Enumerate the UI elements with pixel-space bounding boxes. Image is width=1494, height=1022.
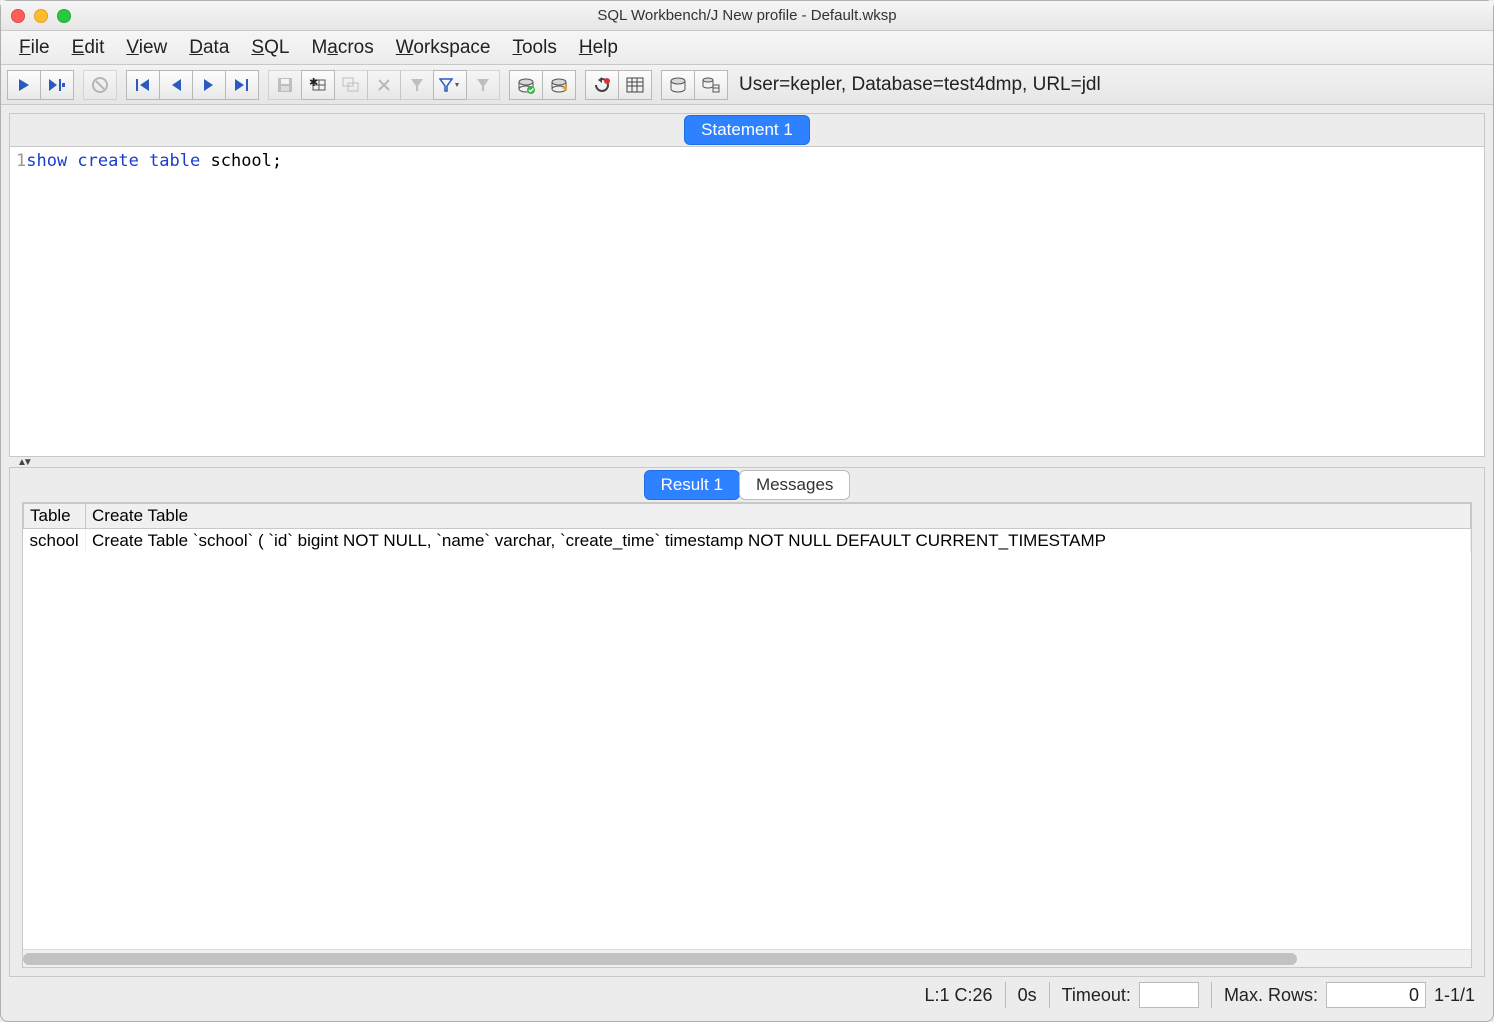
show-tables-icon[interactable]	[618, 70, 652, 100]
prev-record-icon[interactable]	[159, 70, 193, 100]
insert-row-icon[interactable]: ✱	[301, 70, 335, 100]
cursor-position: L:1 C:26	[925, 985, 993, 1006]
last-record-icon[interactable]	[225, 70, 259, 100]
timeout-input[interactable]	[1139, 982, 1199, 1008]
copy-row-icon[interactable]	[334, 70, 368, 100]
filter-selection-icon[interactable]	[400, 70, 434, 100]
reset-filter-icon[interactable]	[466, 70, 500, 100]
table-row[interactable]: school Create Table `school` ( `id` bigi…	[24, 529, 1471, 554]
menu-data[interactable]: Data	[189, 37, 229, 59]
rollback-icon[interactable]	[542, 70, 576, 100]
next-record-icon[interactable]	[192, 70, 226, 100]
rematch-result-icon[interactable]	[585, 70, 619, 100]
commit-icon[interactable]	[509, 70, 543, 100]
db-explorer-icon[interactable]	[661, 70, 695, 100]
cell-table: school	[24, 529, 86, 554]
sql-text: school;	[200, 151, 282, 171]
titlebar: SQL Workbench/J New profile - Default.wk…	[1, 1, 1493, 31]
save-icon[interactable]	[268, 70, 302, 100]
editor-tabstrip: Statement 1	[9, 113, 1485, 147]
cell-create: Create Table `school` ( `id` bigint NOT …	[86, 529, 1471, 554]
db-tree-icon[interactable]	[694, 70, 728, 100]
line-number: 1	[16, 151, 26, 171]
workspace: Statement 1 1show create table school; ▲…	[1, 105, 1493, 1021]
menu-file[interactable]: File	[19, 37, 50, 59]
result-table-wrap: Table Create Table school Create Table `…	[22, 502, 1472, 968]
run-to-cursor-icon[interactable]	[40, 70, 74, 100]
delete-row-icon[interactable]	[367, 70, 401, 100]
first-record-icon[interactable]	[126, 70, 160, 100]
horizontal-scrollbar[interactable]	[23, 949, 1471, 967]
elapsed-time: 0s	[1018, 985, 1037, 1006]
result-tabstrip: Result 1 Messages	[10, 468, 1484, 502]
menu-edit[interactable]: Edit	[72, 37, 105, 59]
window-title: SQL Workbench/J New profile - Default.wk…	[1, 7, 1493, 24]
sql-editor[interactable]: 1show create table school;	[9, 147, 1485, 457]
stop-icon[interactable]	[83, 70, 117, 100]
timeout-label: Timeout:	[1062, 985, 1131, 1006]
menu-view[interactable]: View	[126, 37, 167, 59]
maxrows-input[interactable]: 0	[1326, 982, 1426, 1008]
connection-info: User=kepler, Database=test4dmp, URL=jdl	[739, 74, 1101, 96]
splitter-handle[interactable]: ▲▼	[9, 457, 1485, 467]
tab-result-1[interactable]: Result 1	[644, 470, 740, 500]
col-header-create-table[interactable]: Create Table	[86, 504, 1471, 529]
menu-tools[interactable]: Tools	[512, 37, 556, 59]
maxrows-label: Max. Rows:	[1224, 985, 1318, 1006]
filter-icon[interactable]	[433, 70, 467, 100]
svg-text:✱: ✱	[309, 77, 318, 89]
status-bar: L:1 C:26 0s Timeout: Max. Rows: 0 1-1/1	[9, 977, 1485, 1013]
tab-statement-1[interactable]: Statement 1	[684, 115, 810, 145]
run-current-icon[interactable]	[7, 70, 41, 100]
result-table[interactable]: Table Create Table school Create Table `…	[23, 503, 1471, 553]
tab-messages[interactable]: Messages	[739, 470, 850, 500]
col-header-table[interactable]: Table	[24, 504, 86, 529]
sql-keywords: show create table	[26, 151, 200, 171]
row-range: 1-1/1	[1434, 985, 1475, 1006]
menu-workspace[interactable]: Workspace	[396, 37, 491, 59]
menubar: File Edit View Data SQL Macros Workspace…	[1, 31, 1493, 65]
menu-sql[interactable]: SQL	[251, 37, 289, 59]
toolbar: ✱ User=kepler, Database=test4dmp, URL=jd…	[1, 65, 1493, 105]
menu-help[interactable]: Help	[579, 37, 618, 59]
results-panel: Result 1 Messages Table Create Table sch…	[9, 467, 1485, 977]
menu-macros[interactable]: Macros	[311, 37, 373, 59]
